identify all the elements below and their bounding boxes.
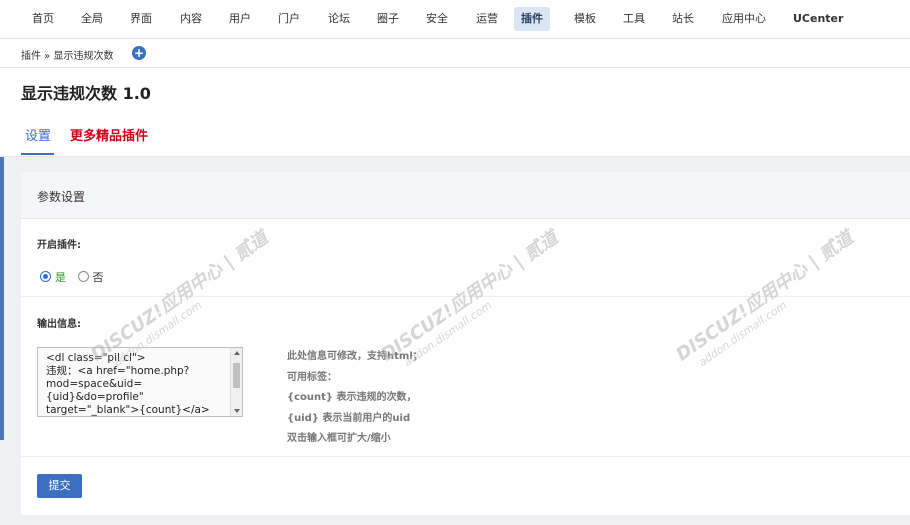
help-line: 双击输入框可扩大/缩小	[287, 433, 391, 444]
radio-yes-label[interactable]: 是	[55, 271, 66, 284]
breadcrumb-text[interactable]: 插件 » 显示违规次数	[21, 47, 113, 62]
help-line: {uid} 表示当前用户的uid	[287, 412, 411, 424]
tab-more-plugins[interactable]: 更多精品插件	[70, 125, 148, 144]
textarea-scrollbar[interactable]	[230, 348, 242, 416]
nav-plugins[interactable]: 插件	[514, 7, 550, 31]
tab-settings[interactable]: 设置	[25, 125, 51, 144]
nav-security[interactable]: 安全	[422, 7, 452, 31]
nav-templates[interactable]: 模板	[570, 7, 600, 31]
enable-radio-group: 是 否	[40, 269, 104, 285]
nav-operations[interactable]: 运营	[472, 7, 502, 31]
nav-webmaster[interactable]: 站长	[668, 7, 698, 31]
nav-content[interactable]: 内容	[176, 7, 206, 31]
nav-home[interactable]: 首页	[28, 7, 58, 31]
submit-button[interactable]: 提交	[37, 474, 82, 498]
nav-ucenter[interactable]: UCenter	[789, 7, 847, 31]
scroll-thumb[interactable]	[233, 363, 240, 388]
divider	[21, 456, 910, 457]
help-line: {count} 表示违规的次数，	[287, 392, 417, 403]
top-nav: 首页 全局 界面 内容 用户 门户 论坛 圈子 安全 运营 插件 模板 工具 站…	[0, 0, 910, 39]
nav-users[interactable]: 用户	[225, 7, 255, 31]
scroll-up-icon[interactable]	[234, 351, 240, 355]
radio-yes[interactable]	[40, 271, 51, 282]
nav-global[interactable]: 全局	[77, 7, 107, 31]
page-title: 显示违规次数 1.0	[21, 84, 151, 103]
tab-active-indicator	[21, 153, 54, 155]
nav-portal[interactable]: 门户	[274, 7, 304, 31]
scroll-down-icon[interactable]	[234, 409, 240, 413]
enable-plugin-label: 开启插件:	[37, 240, 81, 251]
nav-interface[interactable]: 界面	[126, 7, 156, 31]
panel-header: 参数设置	[21, 172, 910, 219]
output-info-textarea[interactable]: <dl class="pil cl"> 违规：<a href="home.php…	[37, 347, 243, 417]
nav-app-center[interactable]: 应用中心	[718, 7, 770, 31]
output-info-value[interactable]: <dl class="pil cl"> 违规：<a href="home.php…	[46, 352, 228, 416]
output-info-label: 输出信息:	[37, 319, 81, 330]
nav-forum[interactable]: 论坛	[324, 7, 354, 31]
left-accent-bar	[0, 150, 4, 440]
plus-circle-icon[interactable]: +	[132, 46, 146, 60]
nav-groups[interactable]: 圈子	[373, 7, 403, 31]
radio-no[interactable]	[77, 271, 89, 282]
radio-no-label[interactable]: 否	[93, 271, 104, 284]
nav-tools[interactable]: 工具	[619, 7, 649, 31]
panel-title: 参数设置	[37, 190, 86, 204]
breadcrumb: 插件 » 显示违规次数 +	[0, 39, 910, 68]
